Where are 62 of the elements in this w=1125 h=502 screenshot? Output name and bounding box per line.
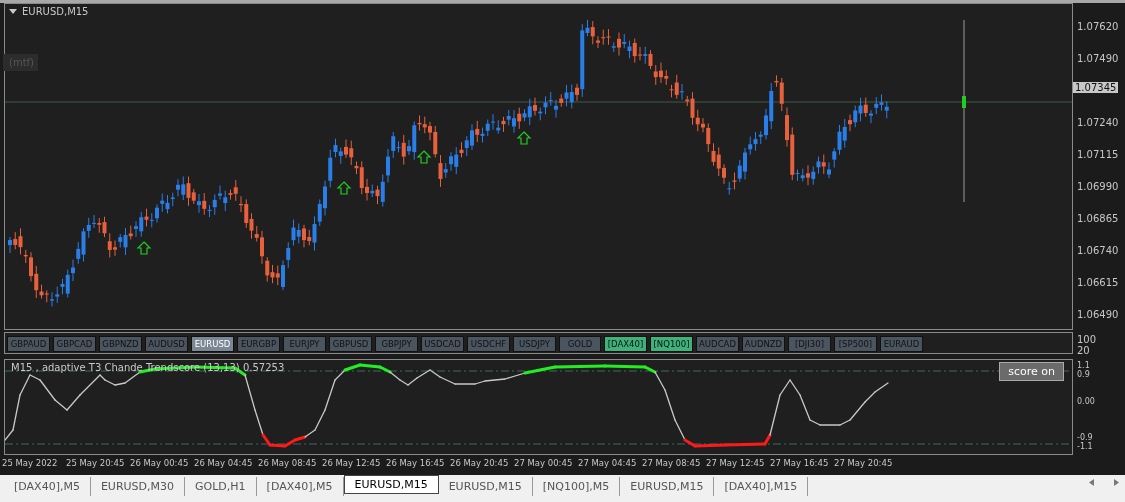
chart-tab[interactable]: [DAX40],M5 bbox=[256, 477, 344, 496]
current-price-label: 1.07345 bbox=[1073, 81, 1119, 93]
axis-label: -1.1 bbox=[1077, 442, 1093, 452]
chart-tab[interactable]: [DAX40],M15 bbox=[714, 477, 809, 496]
symbol-button[interactable]: USDJPY bbox=[513, 336, 556, 352]
symbol-button[interactable]: EURJPY bbox=[283, 336, 326, 352]
symbol-button[interactable]: GBPAUD bbox=[7, 336, 50, 352]
symbol-button[interactable]: GBPCAD bbox=[53, 336, 96, 352]
price-tick-label: 1.06490 bbox=[1077, 308, 1119, 320]
symbol-button[interactable]: [NQ100] bbox=[650, 336, 693, 352]
axis-label: 0.9 bbox=[1077, 370, 1090, 379]
time-axis-label: 25 May 2022 bbox=[2, 458, 59, 468]
symbol-button[interactable]: GBPJPY bbox=[375, 336, 418, 352]
symbol-button[interactable]: GBPUSD bbox=[329, 336, 372, 352]
chart-tab[interactable]: EURUSD,M30 bbox=[90, 477, 186, 496]
time-axis-label: 27 May 16:45 bbox=[770, 458, 830, 468]
score-button[interactable]: score on bbox=[999, 362, 1064, 381]
price-tick-label: 1.07115 bbox=[1077, 149, 1119, 161]
axis-label: 1.1 bbox=[1077, 361, 1090, 370]
chart-tab[interactable]: EURUSD,M15 bbox=[343, 475, 439, 494]
chart-tab[interactable]: GOLD,H1 bbox=[185, 477, 257, 496]
chart-tab[interactable]: EURUSD,M15 bbox=[620, 477, 715, 496]
chart-title: EURUSD,M15 bbox=[22, 6, 89, 17]
symbol-button[interactable]: USDCAD bbox=[421, 336, 464, 352]
axis-label: -0.9 bbox=[1077, 433, 1093, 443]
time-axis-label: 25 May 20:45 bbox=[66, 458, 126, 468]
price-tick-label: 1.06615 bbox=[1077, 276, 1119, 288]
price-tick-label: 1.06740 bbox=[1077, 244, 1119, 256]
symbol-button[interactable]: GOLD bbox=[559, 336, 601, 352]
time-axis-label: 26 May 12:45 bbox=[322, 458, 382, 468]
symbol-button[interactable]: [DJI30] bbox=[788, 336, 831, 352]
time-axis-label: 26 May 16:45 bbox=[386, 458, 446, 468]
price-tick-label: 1.07620 bbox=[1077, 21, 1119, 33]
symbol-button[interactable]: EURGBP bbox=[237, 336, 280, 352]
time-axis-label: 27 May 20:45 bbox=[834, 458, 894, 468]
price-tick-label: 1.07240 bbox=[1077, 117, 1119, 129]
chart-tab[interactable]: [NQ100],M5 bbox=[532, 477, 621, 496]
price-tick-label: 1.06865 bbox=[1077, 212, 1119, 224]
symbol-button[interactable]: GBPNZD bbox=[99, 336, 142, 352]
axis-label: 20 bbox=[1077, 345, 1091, 356]
symbol-button[interactable]: AUDCAD bbox=[696, 336, 739, 352]
time-axis-label: 26 May 04:45 bbox=[194, 458, 254, 468]
axis-label: 100 bbox=[1077, 334, 1098, 345]
symbol-button[interactable]: AUDNZD bbox=[742, 336, 785, 352]
symbol-button[interactable]: AUDUSD bbox=[145, 336, 188, 352]
price-tick-label: 1.06990 bbox=[1077, 181, 1119, 193]
symbol-button[interactable]: EURAUD bbox=[880, 336, 923, 352]
time-axis-label: 27 May 04:45 bbox=[578, 458, 638, 468]
chart-tab[interactable]: EURUSD,M15 bbox=[438, 477, 533, 496]
symbol-button[interactable]: EURUSD bbox=[191, 336, 234, 352]
axis-label: 0.00 bbox=[1077, 396, 1095, 406]
price-tick-label: 1.07490 bbox=[1077, 53, 1119, 65]
time-axis-label: 26 May 08:45 bbox=[258, 458, 318, 468]
time-axis-label: 26 May 20:45 bbox=[450, 458, 510, 468]
time-axis-label: 26 May 00:45 bbox=[130, 458, 190, 468]
time-axis-label: 27 May 08:45 bbox=[642, 458, 702, 468]
time-axis-label: 27 May 12:45 bbox=[706, 458, 766, 468]
time-axis-label: 27 May 00:45 bbox=[514, 458, 574, 468]
symbol-button[interactable]: [SP500] bbox=[834, 336, 877, 352]
symbol-button[interactable]: USDCHF bbox=[467, 336, 510, 352]
chart-tab[interactable]: [DAX40],M5 bbox=[4, 477, 91, 496]
symbol-button[interactable]: [DAX40] bbox=[604, 336, 647, 352]
